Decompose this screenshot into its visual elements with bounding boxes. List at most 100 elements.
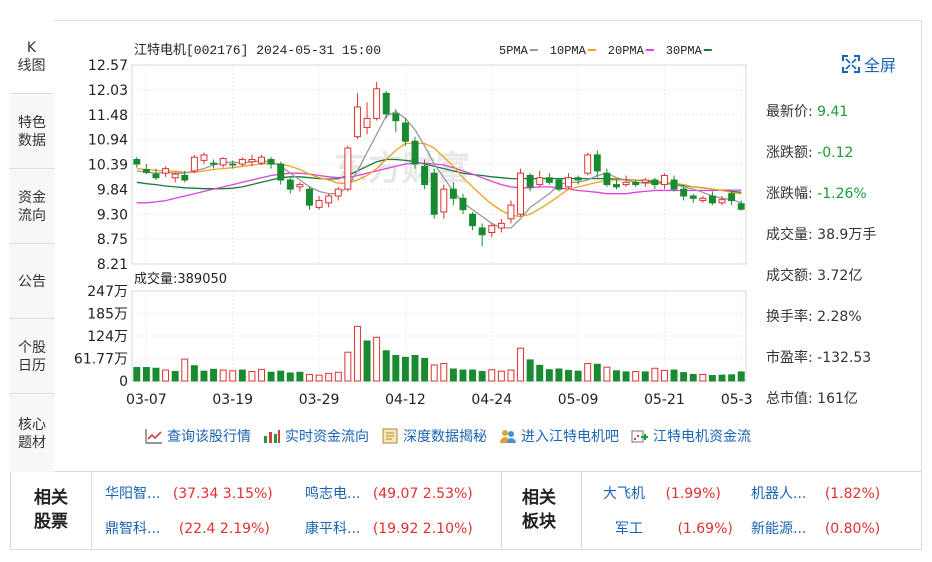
tab-fund-flow[interactable]: 资金 流向 <box>10 170 54 244</box>
volume-bar <box>344 351 352 382</box>
x-tick-label: 04-12 <box>385 392 426 408</box>
volume-bar <box>171 371 179 382</box>
candle-body <box>718 199 726 204</box>
link-quote[interactable]: 查询该股行情 <box>145 426 251 446</box>
related-stock-item[interactable]: 鼎智科... (22.4 2.19%) <box>105 519 270 539</box>
vol-tick-label: 61.77万 <box>74 352 128 368</box>
candle-body <box>478 227 486 236</box>
y-tick-label: 8.75 <box>97 232 128 248</box>
candle-body <box>488 225 496 234</box>
x-tick-label: 03-07 <box>126 392 167 408</box>
volume-bar <box>315 374 323 382</box>
candle-body <box>440 188 448 213</box>
sector-change: (1.82%) <box>824 486 881 502</box>
related-stock-item[interactable]: 康平科... (19.92 2.10%) <box>305 519 473 539</box>
stock-quote: (49.07 2.53%) <box>372 486 473 502</box>
legend-label: 20PMA <box>608 44 645 58</box>
stat-change-pct: 涨跌幅: -1.26% <box>766 182 916 223</box>
volume-bar <box>584 363 592 382</box>
stock-name[interactable]: 鼎智科... <box>105 521 160 537</box>
stat-value: 161亿 <box>817 391 858 407</box>
divider <box>501 472 502 549</box>
link-deep-data[interactable]: 深度数据揭秘 <box>381 426 487 446</box>
candle-body <box>593 154 601 172</box>
side-tab-bar: K 线图 特色 数据 资金 流向 公告 个股 日历 核心 题材 <box>10 20 54 472</box>
sector-name[interactable]: 机器人... <box>751 486 806 502</box>
candle-body <box>238 158 246 165</box>
candle-body <box>670 179 678 190</box>
tab-core-theme[interactable]: 核心 题材 <box>10 395 54 472</box>
link-label: 深度数据揭秘 <box>403 429 487 445</box>
volume-bar <box>210 368 218 382</box>
related-stock-item[interactable]: 鸣志电... (49.07 2.53%) <box>305 484 473 504</box>
related-sector-item[interactable]: 新能源... (0.80%) <box>751 519 880 539</box>
candle-body <box>229 163 237 166</box>
link-stock-forum[interactable]: 进入江特电机吧 <box>499 426 619 446</box>
volume-bar <box>325 372 333 382</box>
stock-name[interactable]: 鸣志电... <box>305 486 360 502</box>
volume-bar <box>718 374 726 382</box>
stock-name[interactable]: 华阳智... <box>105 486 160 502</box>
candle-body <box>603 172 611 186</box>
kline-chart[interactable]: 江特电机[002176] 2024-05-31 15:00 5PMA 10PMA 2… <box>54 20 754 410</box>
candle-body <box>133 158 141 165</box>
divider <box>91 472 92 549</box>
tab-feature-data[interactable]: 特色 数据 <box>10 95 54 169</box>
related-sector-item[interactable]: 大飞机 (1.99%) <box>603 484 721 504</box>
candle-body <box>267 158 275 165</box>
tab-stock-calendar[interactable]: 个股 日历 <box>10 320 54 394</box>
quote-stats: 最新价: 9.41 涨跌额: -0.12 涨跌幅: -1.26% 成交量: 38… <box>766 100 916 428</box>
volume-bar <box>382 350 390 382</box>
tab-kline[interactable]: K 线图 <box>10 20 54 94</box>
legend-label: 30PMA <box>666 44 703 58</box>
sector-name[interactable]: 新能源... <box>751 521 806 537</box>
volume-bar <box>497 370 505 382</box>
candle-body <box>689 195 697 199</box>
volume-bar <box>353 325 361 382</box>
link-fund-flow[interactable]: 实时资金流向 <box>263 426 369 446</box>
related-sectors-title: 相关 板块 <box>517 486 561 534</box>
candle-body <box>641 179 649 183</box>
volume-bar <box>651 367 659 382</box>
stock-quote: (19.92 2.10%) <box>372 521 473 537</box>
tab-announcement[interactable]: 公告 <box>10 245 54 319</box>
ma-legend: 5PMA 10PMA 20PMA 30PMA <box>499 44 712 58</box>
volume-bar <box>622 371 630 382</box>
x-tick-label: 03-29 <box>299 392 340 408</box>
related-sector-item[interactable]: 军工 (1.69%) <box>615 519 733 539</box>
volume-bar <box>555 368 563 382</box>
sector-name[interactable]: 军工 <box>615 521 643 537</box>
divider <box>581 472 582 549</box>
related-stock-item[interactable]: 华阳智... (37.34 3.15%) <box>105 484 273 504</box>
link-stock-fund-flow[interactable]: 江特电机资金流 <box>631 426 751 446</box>
candle-body <box>449 188 457 199</box>
candle-body <box>469 213 477 227</box>
stat-value: 3.72亿 <box>817 268 863 284</box>
fullscreen-button[interactable]: 全屏 <box>842 52 896 76</box>
candle-body <box>507 204 515 220</box>
candle-body <box>699 197 707 202</box>
vol-tick-label: 0 <box>119 374 128 390</box>
stock-quote: (22.4 2.19%) <box>178 521 270 537</box>
candle-body <box>152 173 160 179</box>
sector-change: (1.99%) <box>665 486 721 502</box>
volume-bar <box>392 354 400 382</box>
y-tick-label: 12.03 <box>88 83 128 99</box>
volume-bar <box>334 371 342 382</box>
fullscreen-icon <box>842 55 860 73</box>
sector-name[interactable]: 大飞机 <box>603 486 645 502</box>
chart-title: 江特电机[002176] 2024-05-31 15:00 <box>134 43 381 58</box>
related-sector-item[interactable]: 机器人... (1.82%) <box>751 484 880 504</box>
watermark: 东方财富 <box>334 149 470 189</box>
candle-body <box>660 174 668 186</box>
stat-turnover-rate: 换手率: 2.28% <box>766 305 916 346</box>
y-tick-label: 12.57 <box>88 58 128 74</box>
candle-body <box>517 172 525 215</box>
link-label: 实时资金流向 <box>285 429 369 445</box>
stat-value: -0.12 <box>817 145 854 161</box>
stock-name[interactable]: 康平科... <box>305 521 360 537</box>
volume-bar <box>517 347 525 382</box>
x-tick-label: 05-09 <box>558 392 599 408</box>
volume-bar <box>306 373 313 382</box>
stat-turnover: 成交额: 3.72亿 <box>766 264 916 305</box>
